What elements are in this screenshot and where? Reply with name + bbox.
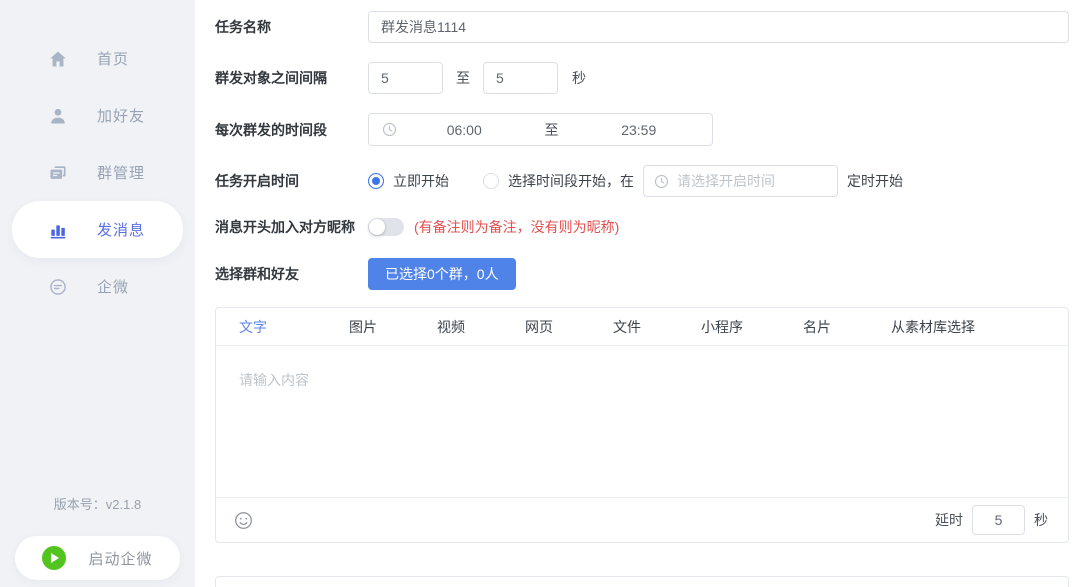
time-range-end[interactable]: 23:59	[572, 122, 707, 138]
tab-miniprogram[interactable]: 小程序	[701, 317, 743, 337]
interval-to-text: 至	[456, 68, 470, 88]
message-content-textarea[interactable]: 请输入内容	[216, 346, 1068, 497]
radio-checked-icon	[368, 173, 384, 189]
row-select-targets: 选择群和好友 已选择0个群，0人	[215, 258, 1069, 290]
row-start-time: 任务开启时间 立即开始 选择时间段开始，在 请选择开启时间 定时开始	[215, 165, 1069, 197]
nickname-toggle[interactable]	[368, 218, 404, 236]
sidebar-nav: 首页 加好友 群管理 发消息 企微	[0, 0, 195, 315]
row-interval: 群发对象之间间隔 至 秒	[215, 62, 1069, 94]
add-friend-icon	[47, 105, 69, 127]
wecom-icon	[47, 276, 69, 298]
task-name-input[interactable]	[368, 11, 1069, 43]
interval-unit-text: 秒	[572, 68, 586, 88]
radio-immediate-label: 立即开始	[393, 171, 449, 191]
row-task-name: 任务名称	[215, 11, 1069, 43]
tab-text[interactable]: 文字	[239, 317, 267, 337]
radio-unchecked-icon	[483, 173, 499, 189]
time-range-picker[interactable]: 06:00 至 23:59	[368, 113, 713, 146]
launch-button-label: 启动企微	[88, 548, 152, 569]
tab-file[interactable]: 文件	[613, 317, 641, 337]
tab-video[interactable]: 视频	[437, 317, 465, 337]
select-targets-label: 选择群和好友	[215, 264, 368, 284]
sidebar: 首页 加好友 群管理 发消息 企微 版本号：v2	[0, 0, 195, 587]
launch-wecom-button[interactable]: 启动企微	[15, 536, 180, 580]
sidebar-item-label: 加好友	[97, 105, 145, 126]
delay-label: 延时	[935, 510, 963, 530]
message-composer-panel: 文字 图片 视频 网页 文件 小程序 名片 从素材库选择 请输入内容 延时 秒	[215, 307, 1069, 543]
composer-footer: 延时 秒	[216, 497, 1068, 542]
tab-card[interactable]: 名片	[803, 317, 831, 337]
tab-webpage[interactable]: 网页	[525, 317, 553, 337]
sidebar-item-label: 发消息	[97, 219, 145, 240]
version-label: 版本号：v2.1.8	[0, 494, 195, 513]
radio-start-immediately[interactable]: 立即开始	[368, 171, 449, 191]
nickname-hint-text: (有备注则为备注，没有则为昵称)	[414, 217, 619, 237]
sidebar-item-send-message[interactable]: 发消息	[12, 201, 183, 258]
start-time-suffix: 定时开始	[847, 171, 903, 191]
task-name-label: 任务名称	[215, 17, 368, 37]
delay-input[interactable]	[972, 505, 1025, 535]
start-time-picker[interactable]: 请选择开启时间	[643, 165, 838, 197]
send-message-icon	[47, 219, 69, 241]
sidebar-item-label: 首页	[97, 48, 129, 69]
sidebar-bottom: 版本号：v2.1.8 启动企微	[0, 494, 195, 587]
sidebar-item-label: 群管理	[97, 162, 145, 183]
row-nickname-prefix: 消息开头加入对方昵称 (有备注则为备注，没有则为昵称)	[215, 216, 1069, 238]
time-range-to-text: 至	[532, 120, 572, 140]
task-form: 任务名称 群发对象之间间隔 至 秒 每次群发的时间段 06:00 至 23:59…	[195, 0, 1085, 587]
play-icon	[42, 546, 66, 570]
group-manage-icon	[47, 162, 69, 184]
nickname-prefix-label: 消息开头加入对方昵称	[215, 217, 368, 237]
home-icon	[47, 48, 69, 70]
delay-unit-text: 秒	[1034, 510, 1048, 530]
composer-tabbar: 文字 图片 视频 网页 文件 小程序 名片 从素材库选择	[216, 308, 1068, 346]
emoji-icon[interactable]	[234, 511, 253, 530]
delay-control: 延时 秒	[935, 505, 1048, 535]
interval-max-input[interactable]	[483, 62, 558, 94]
toggle-knob	[369, 219, 385, 235]
sidebar-item-wecom[interactable]: 企微	[12, 258, 183, 315]
next-panel	[215, 576, 1069, 587]
sidebar-item-group-manage[interactable]: 群管理	[12, 144, 183, 201]
tab-material-library[interactable]: 从素材库选择	[891, 317, 975, 337]
sidebar-item-label: 企微	[97, 276, 129, 297]
interval-label: 群发对象之间间隔	[215, 68, 368, 88]
sidebar-item-home[interactable]: 首页	[12, 30, 183, 87]
clock-icon	[382, 122, 397, 137]
interval-min-input[interactable]	[368, 62, 443, 94]
time-range-label: 每次群发的时间段	[215, 120, 368, 140]
tab-image[interactable]: 图片	[349, 317, 377, 337]
start-time-placeholder: 请选择开启时间	[677, 171, 775, 191]
selected-targets-button[interactable]: 已选择0个群，0人	[368, 258, 516, 290]
time-range-start[interactable]: 06:00	[397, 122, 532, 138]
radio-start-scheduled[interactable]: 选择时间段开始，在	[483, 171, 634, 191]
sidebar-item-add-friend[interactable]: 加好友	[12, 87, 183, 144]
row-time-range: 每次群发的时间段 06:00 至 23:59	[215, 113, 1069, 146]
clock-icon	[654, 174, 669, 189]
radio-scheduled-label: 选择时间段开始，在	[508, 171, 634, 191]
start-time-label: 任务开启时间	[215, 171, 368, 191]
